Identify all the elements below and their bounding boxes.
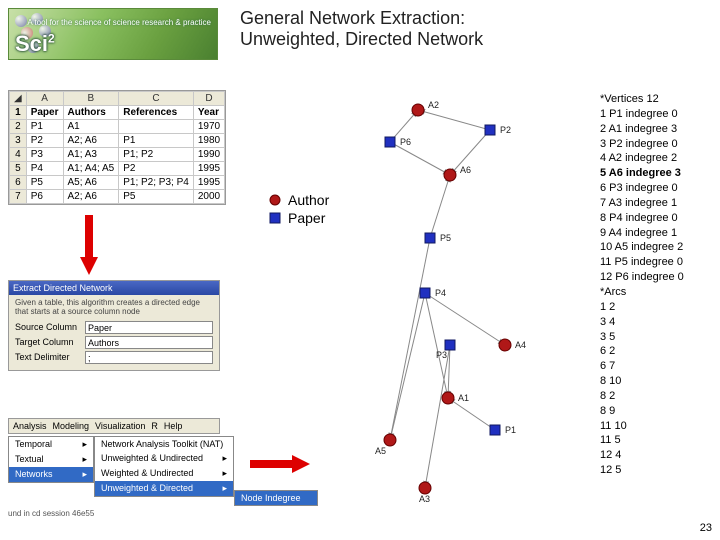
svg-text:A3: A3 (419, 494, 430, 504)
menu1-textual[interactable]: Textual▸ (9, 452, 93, 467)
menu-panel-2: Network Analysis Toolkit (NAT) Unweighte… (94, 436, 234, 497)
dialog-description: Given a table, this algorithm creates a … (15, 299, 213, 317)
menu2-ud[interactable]: Unweighted & Directed▸ (95, 481, 233, 496)
menu1-temporal[interactable]: Temporal▸ (9, 437, 93, 452)
author-legend-icon (268, 193, 282, 207)
col-D: D (193, 92, 224, 106)
col-A: A (26, 92, 63, 106)
svg-text:P1: P1 (505, 425, 516, 435)
target-column-field[interactable]: Authors (85, 336, 213, 349)
corner-cell: ◢ (10, 92, 27, 106)
svg-text:P2: P2 (500, 125, 511, 135)
svg-text:A4: A4 (515, 340, 526, 350)
dialog-title: Extract Directed Network (9, 281, 219, 295)
delimiter-field[interactable]: ; (85, 351, 213, 364)
menu-panel-3: Node Indegree (234, 490, 318, 506)
source-column-label: Source Column (15, 322, 85, 332)
menu-analysis[interactable]: Analysis (13, 421, 47, 431)
extract-dialog: Extract Directed Network Given a table, … (8, 280, 220, 371)
author-legend-label: Author (288, 192, 329, 208)
graph-legend: Author Paper (268, 190, 329, 228)
sci2-logo: Sci2 A tool for the science of science r… (8, 8, 218, 60)
network-graph: P2 P6 P5 P4 P3 P1 A2 A6 A4 A1 A5 A3 (330, 90, 590, 510)
menu1-networks[interactable]: Networks▸ (9, 467, 93, 482)
menu3-indegree[interactable]: Node Indegree (235, 491, 317, 505)
menu2-nat[interactable]: Network Analysis Toolkit (NAT) (95, 437, 233, 451)
svg-text:A2: A2 (428, 100, 439, 110)
logo-text: Sci2 (15, 31, 55, 57)
svg-text:P3: P3 (436, 350, 447, 360)
menu2-uu[interactable]: Unweighted & Undirected▸ (95, 451, 233, 466)
col-C: C (119, 92, 194, 106)
vertices-list: *Vertices 12 1 P1 indegree 0 2 A1 indegr… (600, 92, 684, 478)
svg-text:P4: P4 (435, 288, 446, 298)
svg-text:P6: P6 (400, 137, 411, 147)
status-fragment: und in cd session 46e55 (8, 510, 94, 519)
menu-visualization[interactable]: Visualization (95, 421, 145, 431)
col-B: B (63, 92, 119, 106)
menu-bar[interactable]: Analysis Modeling Visualization R Help (8, 418, 220, 434)
slide-title: General Network Extraction: Unweighted, … (240, 8, 483, 50)
page-number: 23 (700, 522, 712, 534)
svg-text:A6: A6 (460, 165, 471, 175)
arrow-down-icon (80, 215, 98, 275)
menu2-wu[interactable]: Weighted & Undirected▸ (95, 466, 233, 481)
source-column-field[interactable]: Paper (85, 321, 213, 334)
menu-panel-1: Temporal▸ Textual▸ Networks▸ (8, 436, 94, 483)
svg-text:P5: P5 (440, 233, 451, 243)
svg-text:A1: A1 (458, 393, 469, 403)
target-column-label: Target Column (15, 337, 85, 347)
delimiter-label: Text Delimiter (15, 352, 85, 362)
menu-help[interactable]: Help (164, 421, 183, 431)
menu-modeling[interactable]: Modeling (53, 421, 90, 431)
menu-r[interactable]: R (151, 421, 158, 431)
data-table: ◢ A B C D 1 Paper Authors References Yea… (8, 90, 226, 205)
svg-text:A5: A5 (375, 446, 386, 456)
paper-legend-icon (268, 211, 282, 225)
arrow-right-icon (250, 455, 310, 473)
paper-legend-label: Paper (288, 210, 325, 226)
logo-tagline: A tool for the science of science resear… (27, 19, 211, 28)
